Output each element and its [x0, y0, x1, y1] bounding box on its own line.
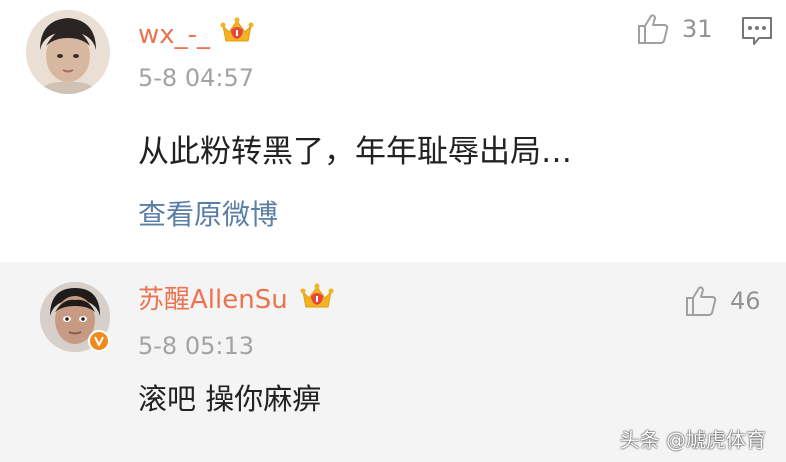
like-count: 31	[682, 15, 713, 43]
comment-timestamp: 5-8 05:13	[138, 332, 254, 360]
comment-text: 从此粉转黑了，年年耻辱出局…	[138, 134, 572, 170]
comment-text: 滚吧 操你麻痹	[138, 382, 322, 416]
avatar[interactable]	[26, 10, 110, 94]
comment-screenshot: wx_-_ 5-8 04:57 31 从此粉转黑了，年年耻辱出局… 查看原微博	[0, 0, 786, 462]
like-button[interactable]: 31	[636, 12, 713, 46]
like-button[interactable]: 46	[684, 284, 761, 318]
view-original-link[interactable]: 查看原微博	[138, 198, 278, 232]
comment-bubble-icon[interactable]	[740, 14, 774, 48]
crown-badge-icon	[300, 283, 334, 308]
verified-v-icon	[88, 330, 110, 352]
thumbs-up-icon	[686, 286, 717, 316]
username[interactable]: 苏醒AllenSu	[138, 285, 288, 315]
watermark: 头条 @虓虎体育	[619, 428, 766, 452]
like-count: 46	[730, 287, 761, 315]
comment-timestamp: 5-8 04:57	[138, 64, 254, 92]
comment-item: wx_-_ 5-8 04:57 31 从此粉转黑了，年年耻辱出局… 查看原微博	[0, 0, 786, 262]
thumbs-up-icon	[638, 14, 669, 44]
crown-badge-icon	[220, 17, 254, 42]
username[interactable]: wx_-_	[138, 20, 210, 50]
